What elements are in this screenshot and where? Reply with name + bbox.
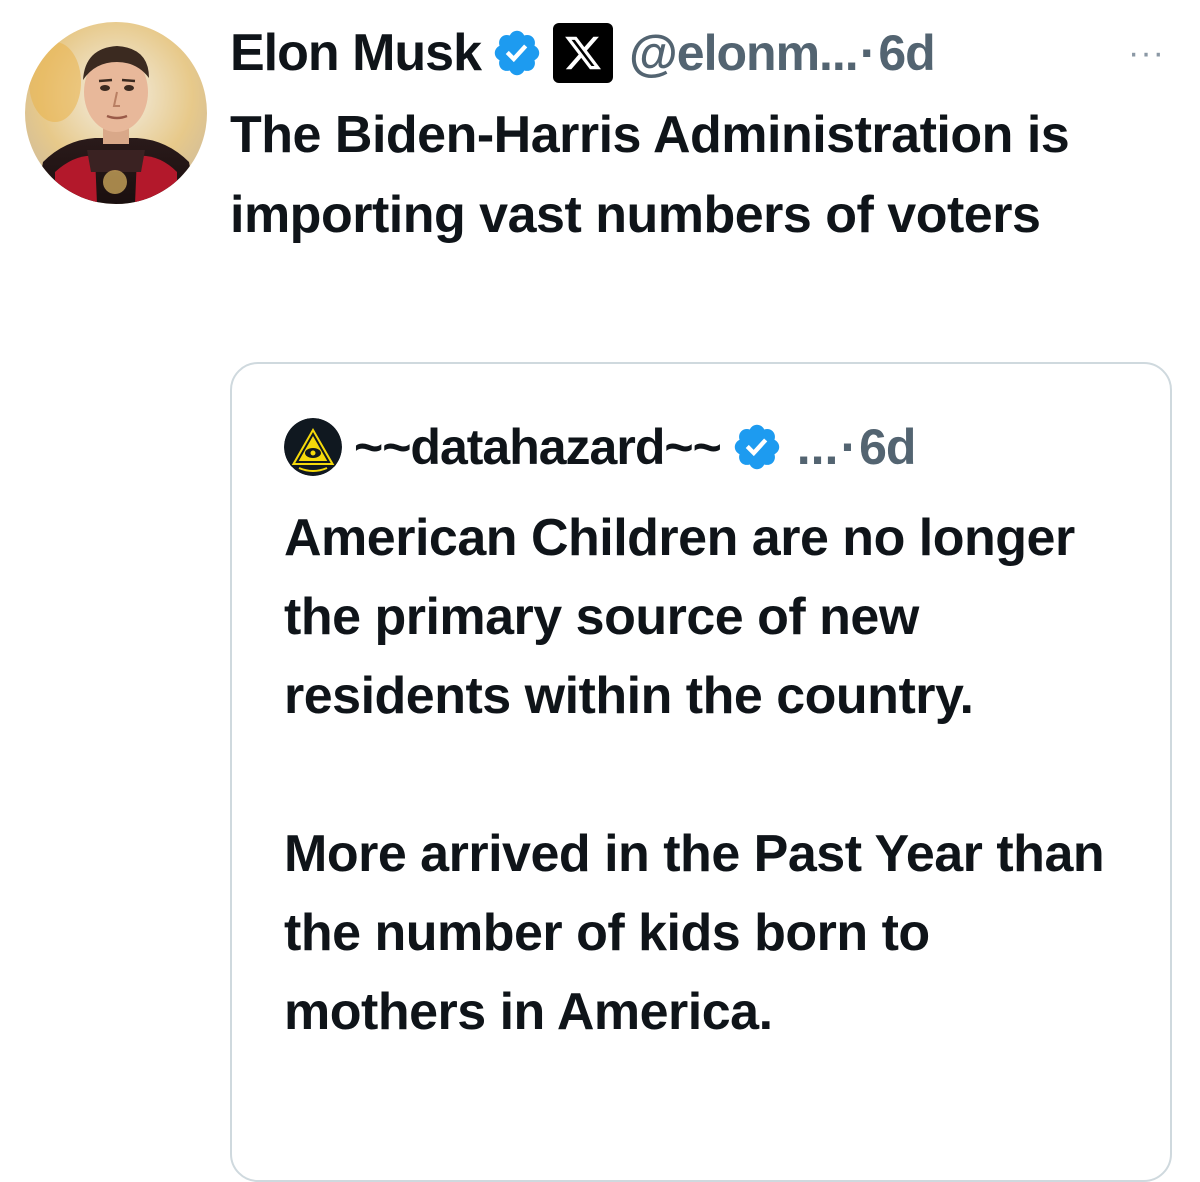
quoted-tweet-timestamp[interactable]: 6d: [859, 418, 916, 476]
quoted-author-display-name[interactable]: ~~datahazard~~: [354, 418, 722, 476]
tweet-header: Elon Musk @elonm... · 6d: [230, 20, 936, 86]
tweet-text: The Biden-Harris Administration is impor…: [230, 106, 1070, 244]
tweet-timestamp[interactable]: 6d: [878, 24, 935, 82]
x-logo-icon[interactable]: [553, 23, 614, 83]
verified-badge-icon[interactable]: [731, 421, 783, 473]
quoted-tweet-card[interactable]: ~~datahazard~~ ... · 6d American Childre…: [230, 362, 1172, 1182]
quoted-paragraph: More arrived in the Past Year than the n…: [284, 825, 1105, 1041]
author-avatar-image: [25, 22, 207, 204]
verified-badge-icon[interactable]: [491, 27, 543, 79]
quoted-tweet-header: ~~datahazard~~ ... · 6d: [284, 414, 916, 480]
quoted-paragraph: American Children are no longer the prim…: [284, 509, 1075, 725]
dot-separator: ·: [840, 419, 858, 475]
quoted-author-handle[interactable]: ...: [797, 418, 839, 476]
dot-separator: ·: [859, 25, 877, 81]
quoted-tweet-text: American Children are no longer the prim…: [284, 499, 1144, 1052]
hazard-triangle-icon[interactable]: [284, 418, 342, 476]
author-display-name[interactable]: Elon Musk: [230, 23, 482, 83]
author-avatar[interactable]: [25, 22, 207, 204]
author-handle[interactable]: @elonm...: [629, 24, 859, 82]
more-options-icon[interactable]: ···: [1128, 36, 1165, 70]
